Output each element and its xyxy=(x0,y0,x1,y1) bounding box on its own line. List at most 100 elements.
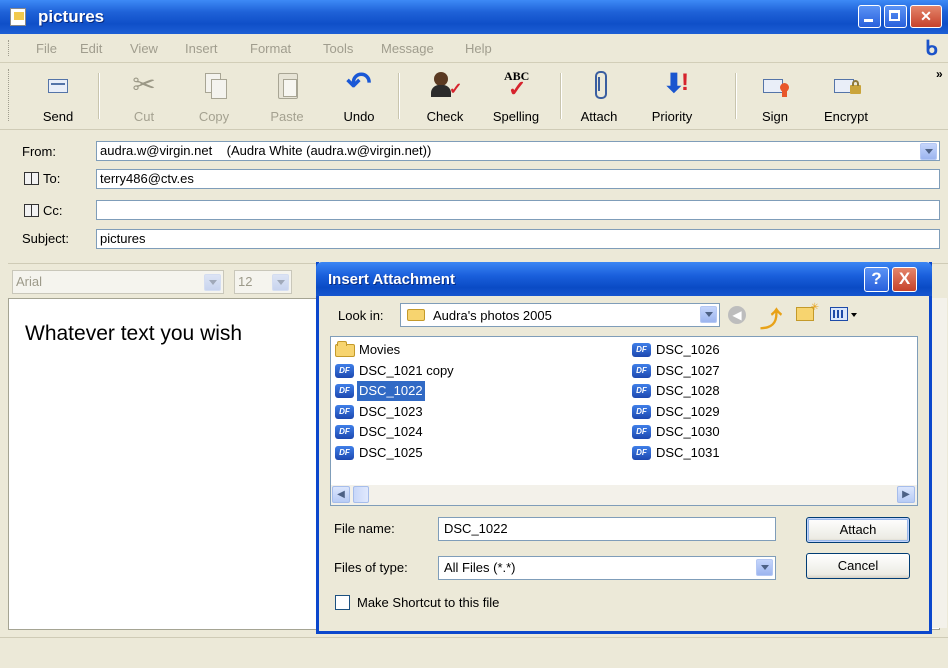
dialog-close-button[interactable]: X xyxy=(892,267,917,292)
toolbar: Send ✂ Cut Copy Paste ↶ Undo ✓ Check ABC… xyxy=(0,63,948,159)
scroll-left-icon[interactable]: ◀ xyxy=(332,486,350,503)
paste-button[interactable]: Paste xyxy=(266,69,308,124)
file-list-item[interactable]: DF DSC_1026 xyxy=(630,340,890,360)
file-list-item[interactable]: DF DSC_1028 xyxy=(630,381,890,401)
scroll-right-icon[interactable]: ▶ xyxy=(897,486,915,503)
priority-button[interactable]: ⬇ ! Priority xyxy=(645,69,699,124)
file-list-item[interactable]: Movies xyxy=(333,340,593,360)
file-list-item[interactable]: DF DSC_1030 xyxy=(630,422,890,442)
toolbar-separator xyxy=(398,73,400,119)
file-list-item[interactable]: DF DSC_1022 xyxy=(333,381,593,402)
pdf-file-icon: DF xyxy=(335,446,354,460)
file-name: DSC_1028 xyxy=(656,383,720,399)
menu-format[interactable]: Format xyxy=(250,41,291,56)
undo-icon: ↶ xyxy=(346,67,372,100)
address-book-icon[interactable] xyxy=(24,204,39,217)
grip-handle[interactable] xyxy=(8,69,12,121)
help-button[interactable]: ? xyxy=(864,267,889,292)
message-body-text: Whatever text you wish xyxy=(25,322,243,345)
chevron-down-icon[interactable] xyxy=(700,306,717,323)
look-in-select[interactable]: Audra's photos 2005 xyxy=(400,303,720,327)
title-bar[interactable]: pictures ✕ xyxy=(0,0,948,34)
file-list-item[interactable]: DF DSC_1025 xyxy=(333,443,593,463)
file-list-item[interactable]: DF DSC_1027 xyxy=(630,361,890,381)
file-list-item[interactable]: DF DSC_1031 xyxy=(630,443,890,463)
back-icon[interactable]: ◀ xyxy=(728,306,746,324)
font-size-value: 12 xyxy=(238,274,253,289)
chevron-down-icon[interactable] xyxy=(756,559,773,576)
cc-field[interactable] xyxy=(96,200,940,220)
file-list-item[interactable]: DF DSC_1029 xyxy=(630,402,890,422)
font-size-select[interactable]: 12 xyxy=(234,270,292,294)
attach-dialog-button[interactable]: Attach xyxy=(806,517,910,543)
cc-label[interactable]: Cc: xyxy=(43,203,63,218)
subject-field[interactable]: pictures xyxy=(96,229,940,249)
view-menu-icon[interactable] xyxy=(830,307,848,321)
encrypt-lock-icon xyxy=(826,69,866,101)
font-select[interactable]: Arial xyxy=(12,270,224,294)
pdf-file-icon: DF xyxy=(335,404,354,419)
chevron-down-icon[interactable] xyxy=(204,274,221,291)
menu-view[interactable]: View xyxy=(130,41,158,56)
file-name: DSC_1025 xyxy=(359,445,423,460)
make-shortcut-label[interactable]: Make Shortcut to this file xyxy=(357,595,499,610)
from-select[interactable]: audra.w@virgin.net (Audra White (audra.w… xyxy=(96,141,940,161)
toolbar-overflow-icon[interactable]: » xyxy=(936,67,943,81)
file-name-input[interactable]: DSC_1022 xyxy=(438,517,776,541)
attach-button[interactable]: Attach xyxy=(577,69,621,124)
maximize-button[interactable] xyxy=(884,5,907,28)
menu-file[interactable]: File xyxy=(36,41,57,56)
file-name: DSC_1026 xyxy=(656,342,720,357)
file-name: Movies xyxy=(359,342,401,357)
close-button[interactable]: ✕ xyxy=(910,5,942,28)
file-name-label: File name: xyxy=(334,521,395,536)
spelling-button[interactable]: ABC ✓ Spelling xyxy=(490,69,542,124)
cancel-button[interactable]: Cancel xyxy=(806,553,910,579)
pdf-file-icon: DF xyxy=(632,384,651,399)
menu-tools[interactable]: Tools xyxy=(323,41,353,56)
to-label[interactable]: To: xyxy=(43,171,60,186)
file-list-horizontal-scrollbar[interactable]: ◀ ▶ xyxy=(331,485,917,505)
to-field[interactable]: terry486@ctv.es xyxy=(96,169,940,189)
sign-button[interactable]: Sign xyxy=(755,69,795,124)
dialog-title: Insert Attachment xyxy=(328,271,455,288)
file-name: DSC_1023 xyxy=(359,403,423,419)
check-names-icon: ✓ xyxy=(425,69,465,101)
check-names-button[interactable]: ✓ Check xyxy=(422,69,468,124)
send-button[interactable]: Send xyxy=(37,69,79,124)
make-shortcut-checkbox[interactable] xyxy=(335,595,350,610)
status-bar xyxy=(0,637,948,668)
file-list-item[interactable]: DF DSC_1023 xyxy=(333,402,593,422)
grip-handle[interactable] xyxy=(8,40,12,56)
chevron-down-icon[interactable] xyxy=(272,274,289,291)
body-scrollbar[interactable] xyxy=(930,298,947,628)
encrypt-button[interactable]: Encrypt xyxy=(818,69,874,124)
menu-edit[interactable]: Edit xyxy=(80,41,102,56)
copy-button[interactable]: Copy xyxy=(193,69,235,124)
scroll-thumb[interactable] xyxy=(353,486,369,503)
from-label: From: xyxy=(22,144,56,159)
toolbar-separator xyxy=(735,73,737,119)
window-title: pictures xyxy=(38,7,105,26)
files-of-type-select[interactable]: All Files (*.*) xyxy=(438,556,776,580)
menu-message[interactable]: Message xyxy=(381,41,434,56)
file-list-item[interactable]: DF DSC_1024 xyxy=(333,422,593,442)
menu-insert[interactable]: Insert xyxy=(185,41,218,56)
copy-icon xyxy=(194,69,234,101)
cut-button[interactable]: ✂ Cut xyxy=(124,69,164,124)
pdf-file-icon: DF xyxy=(335,384,354,399)
dialog-title-bar[interactable]: Insert Attachment ? X xyxy=(316,262,932,296)
undo-button[interactable]: ↶ Undo xyxy=(338,67,380,125)
chevron-down-icon[interactable] xyxy=(920,143,937,160)
view-dropdown-arrow-icon[interactable] xyxy=(851,313,857,317)
spelling-icon: ABC ✓ xyxy=(504,69,530,101)
up-folder-icon[interactable]: ⤴ xyxy=(760,302,782,334)
menu-help[interactable]: Help xyxy=(465,41,492,56)
address-book-icon[interactable] xyxy=(24,172,39,185)
new-folder-icon[interactable]: ✳ xyxy=(796,302,819,321)
file-list-item[interactable]: DF DSC_1021 copy xyxy=(333,361,593,381)
menu-bar: File Edit View Insert Format Tools Messa… xyxy=(0,34,948,63)
toolbar-separator xyxy=(98,73,100,119)
minimize-button[interactable] xyxy=(858,5,881,28)
brand-logo-icon: ᑲ xyxy=(925,38,938,60)
